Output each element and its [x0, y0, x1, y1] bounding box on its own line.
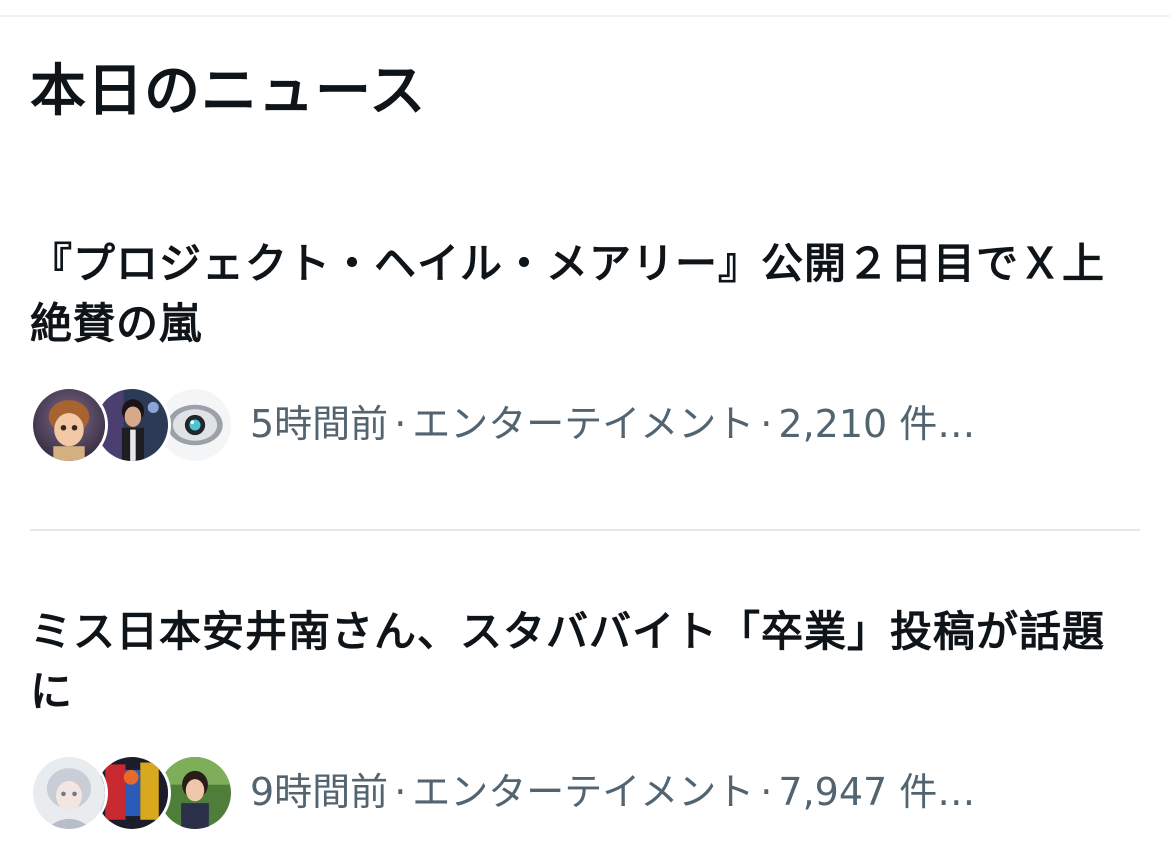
news-post-count: 7,947 件… — [778, 770, 976, 814]
news-meta-text: 5時間前 · エンターテイメント · 2,210 件… — [250, 398, 1140, 450]
news-category: エンターテイメント — [412, 770, 755, 814]
news-post-count: 2,210 件… — [778, 402, 976, 446]
news-item[interactable]: ミス日本安井南さん、スタババイト「卒業」投稿が話題に 9時間前 · エンターテイ… — [0, 590, 1170, 853]
news-meta: 9時間前 · エンターテイメント · 7,947 件… — [30, 752, 1140, 836]
meta-separator: · — [760, 770, 773, 814]
news-meta: 5時間前 · エンターテイメント · 2,210 件… — [30, 384, 1140, 468]
news-meta-text: 9時間前 · エンターテイメント · 7,947 件… — [250, 766, 1140, 818]
anime-character-avatar-icon — [30, 754, 108, 832]
item-divider — [30, 529, 1140, 531]
news-category: エンターテイメント — [412, 402, 755, 446]
avatar-stack — [30, 384, 234, 468]
news-item[interactable]: 『プロジェクト・ヘイル・メアリー』公開２日目でＸ上絶賛の嵐 5時間前 · エンタ… — [0, 222, 1170, 512]
top-divider — [0, 15, 1170, 17]
cartoon-character-avatar-icon — [30, 386, 108, 464]
news-time: 9時間前 — [250, 770, 389, 814]
news-headline[interactable]: ミス日本安井南さん、スタババイト「卒業」投稿が話題に — [30, 602, 1140, 722]
news-time: 5時間前 — [250, 402, 389, 446]
meta-separator: · — [760, 402, 773, 446]
meta-separator: · — [394, 770, 407, 814]
section-title: 本日のニュース — [30, 59, 427, 124]
meta-separator: · — [394, 402, 407, 446]
news-headline[interactable]: 『プロジェクト・ヘイル・メアリー』公開２日目でＸ上絶賛の嵐 — [30, 234, 1140, 354]
avatar-stack — [30, 752, 234, 836]
